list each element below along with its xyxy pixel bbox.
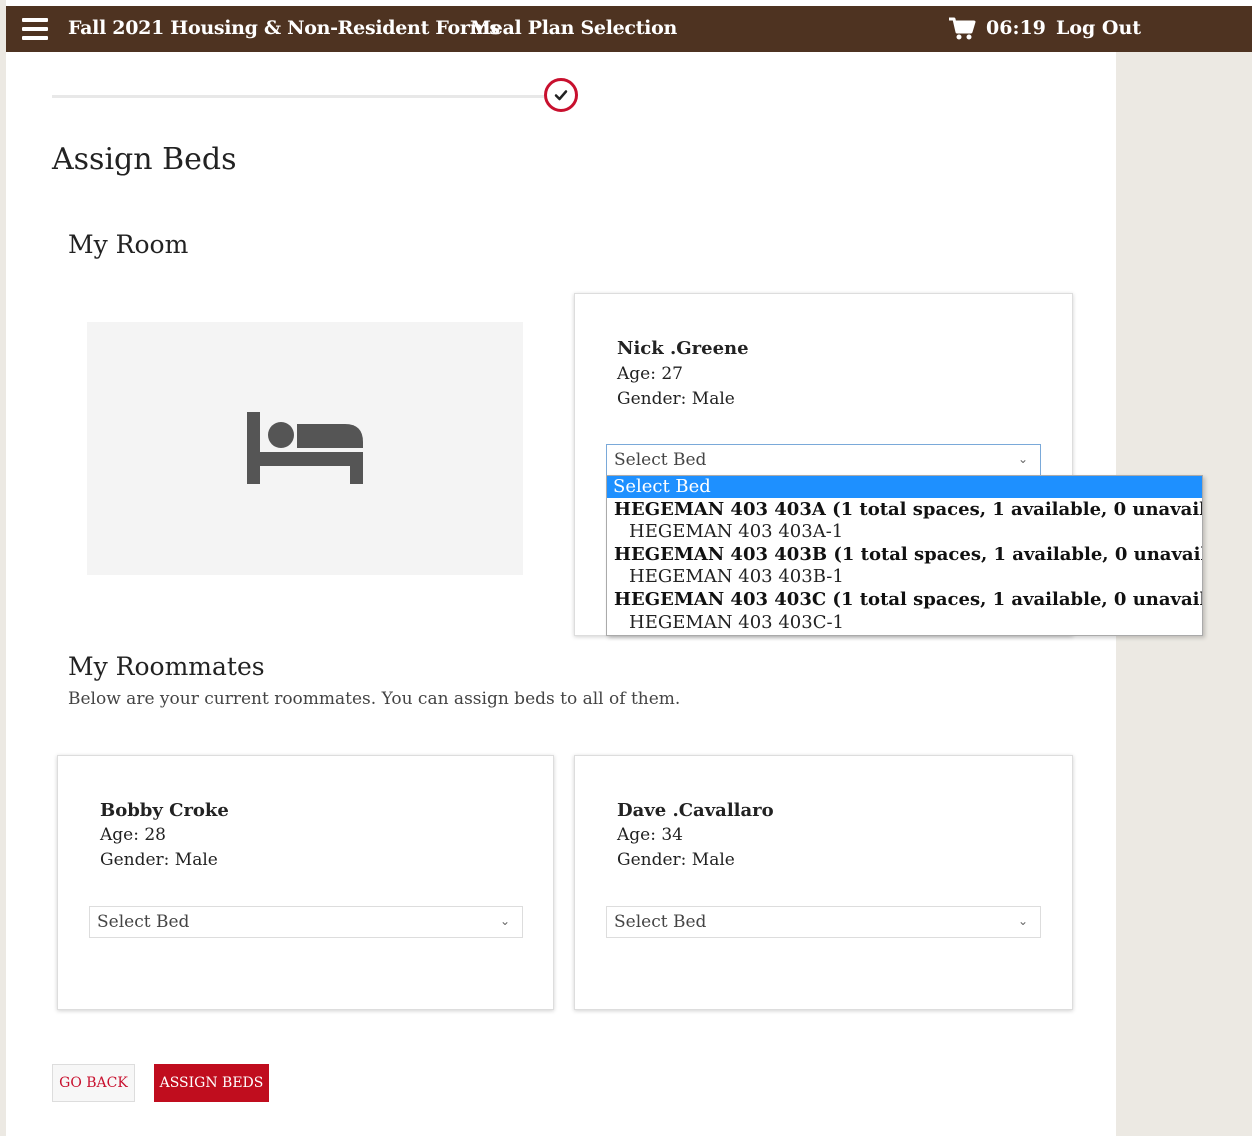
chevron-down-icon: ⌄ xyxy=(1017,914,1028,928)
roommate-gender: Gender: Male xyxy=(617,850,735,870)
roommate-card: Dave .Cavallaro Age: 34 Gender: Male Sel… xyxy=(574,755,1073,1010)
my-room-heading: My Room xyxy=(68,230,189,259)
progress-track xyxy=(52,95,544,98)
room-image xyxy=(87,322,523,575)
menu-icon[interactable] xyxy=(22,18,48,40)
chevron-down-icon: ⌄ xyxy=(1017,452,1028,466)
roommate-card: Bobby Croke Age: 28 Gender: Male Select … xyxy=(57,755,554,1010)
assign-beds-button[interactable]: ASSIGN BEDS xyxy=(154,1064,269,1102)
progress-step-complete xyxy=(544,78,578,112)
nav-meal-plan[interactable]: Meal Plan Selection xyxy=(470,17,677,39)
roommate-age: Age: 28 xyxy=(100,825,166,845)
select-value: Select Bed xyxy=(614,912,707,932)
dropdown-option-group: HEGEMAN 403 403C (1 total spaces, 1 avai… xyxy=(614,589,1203,610)
my-bed-select[interactable]: Select Bed ⌄ xyxy=(606,444,1041,476)
session-timer: 06:19 xyxy=(986,17,1046,39)
cart-icon[interactable] xyxy=(948,17,976,41)
page-title: Assign Beds xyxy=(52,142,237,177)
roommates-heading: My Roommates xyxy=(68,652,265,681)
select-value: Select Bed xyxy=(97,912,190,932)
occupant-age: Age: 27 xyxy=(617,364,683,384)
roommate-bed-select[interactable]: Select Bed ⌄ xyxy=(89,906,523,938)
occupant-gender: Gender: Male xyxy=(617,389,735,409)
dropdown-option-group: HEGEMAN 403 403B (1 total spaces, 1 avai… xyxy=(614,544,1203,565)
roommate-name: Bobby Croke xyxy=(100,800,229,821)
roommate-bed-select[interactable]: Select Bed ⌄ xyxy=(606,906,1041,938)
roommates-description: Below are your current roommates. You ca… xyxy=(68,689,681,709)
go-back-button[interactable]: GO BACK xyxy=(52,1064,135,1102)
nav-housing-forms[interactable]: Fall 2021 Housing & Non-Resident Forms xyxy=(68,17,500,39)
left-frame xyxy=(0,0,6,1136)
occupant-name: Nick .Greene xyxy=(617,338,749,359)
dropdown-option[interactable]: HEGEMAN 403 403B-1 xyxy=(607,566,1202,588)
dropdown-option-group: HEGEMAN 403 403A (1 total spaces, 1 avai… xyxy=(614,499,1203,520)
check-icon xyxy=(554,90,568,101)
chevron-down-icon: ⌄ xyxy=(499,914,510,928)
dropdown-option[interactable]: HEGEMAN 403 403A-1 xyxy=(607,521,1202,543)
dropdown-option[interactable]: HEGEMAN 403 403C-1 xyxy=(607,612,1202,634)
bed-icon xyxy=(247,412,363,484)
roommate-name: Dave .Cavallaro xyxy=(617,800,774,821)
bed-select-dropdown[interactable]: Select Bed HEGEMAN 403 403A (1 total spa… xyxy=(606,475,1203,636)
roommate-gender: Gender: Male xyxy=(100,850,218,870)
logout-link[interactable]: Log Out xyxy=(1056,17,1141,39)
roommate-age: Age: 34 xyxy=(617,825,683,845)
select-value: Select Bed xyxy=(614,450,707,470)
top-navbar: Fall 2021 Housing & Non-Resident Forms M… xyxy=(6,6,1252,52)
dropdown-option[interactable]: Select Bed xyxy=(607,476,1202,498)
